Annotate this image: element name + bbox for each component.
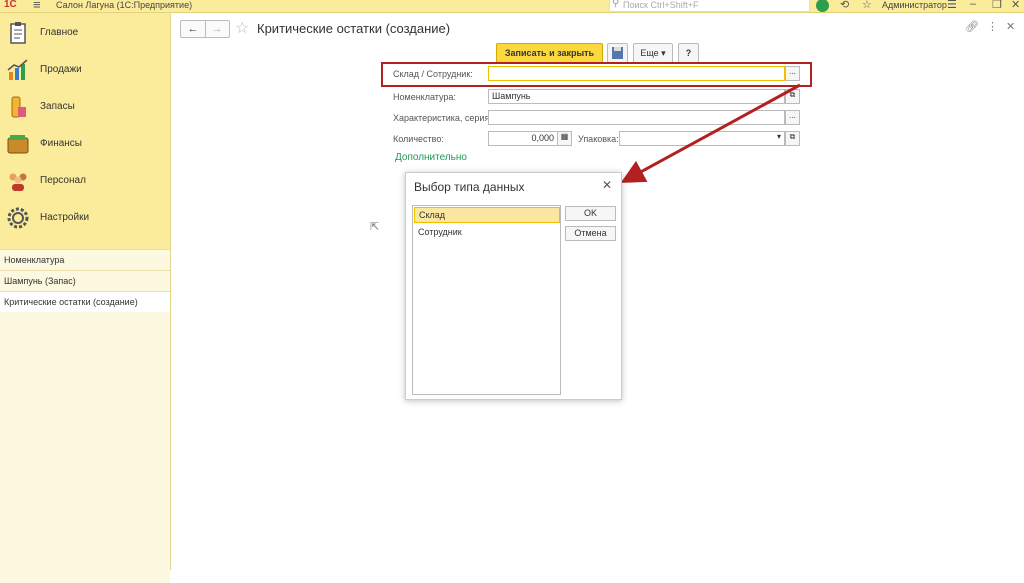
ok-button[interactable]: OK	[565, 206, 616, 221]
data-type-dialog: Выбор типа данных ✕ Склад Сотрудник OK О…	[405, 172, 622, 400]
list-item[interactable]: Сотрудник	[414, 225, 558, 239]
list-item-label: Склад	[419, 210, 446, 220]
list-item-label: Сотрудник	[418, 227, 462, 237]
cancel-button[interactable]: Отмена	[565, 226, 616, 241]
dialog-title: Выбор типа данных	[414, 180, 525, 194]
data-type-list: Склад Сотрудник	[412, 205, 561, 395]
close-icon[interactable]: ✕	[602, 178, 612, 192]
mouse-cursor-icon: ⇱	[370, 221, 380, 233]
list-item[interactable]: Склад	[414, 207, 560, 223]
